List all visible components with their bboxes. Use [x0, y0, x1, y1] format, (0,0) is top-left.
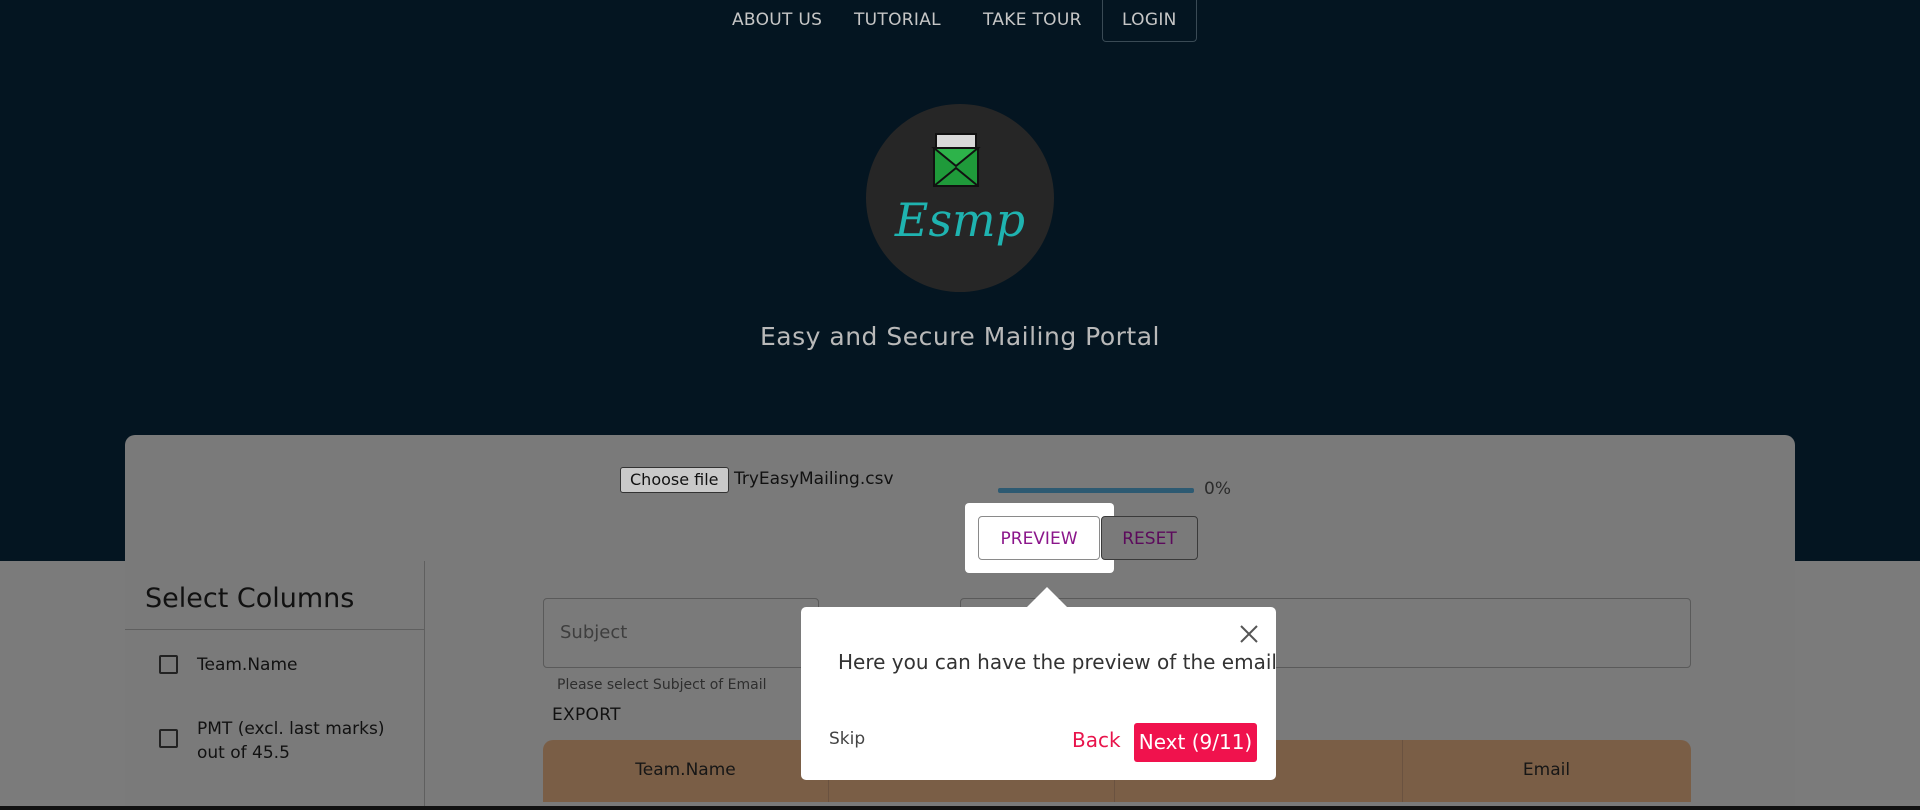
column-label: Team.Name	[197, 655, 298, 675]
subject-placeholder: Subject	[560, 622, 628, 643]
envelope-icon: @ Esmp	[894, 133, 1025, 247]
tour-back-button[interactable]: Back	[1072, 728, 1121, 752]
sidebar-title: Select Columns	[145, 583, 355, 614]
tagline: Easy and Secure Mailing Portal	[760, 322, 1160, 351]
preview-button[interactable]: PREVIEW	[978, 516, 1100, 560]
table-header-cell: Email	[1522, 760, 1571, 780]
column-checkbox[interactable]	[159, 655, 178, 674]
reset-button[interactable]: RESET	[1101, 516, 1198, 560]
table-header-cell: Team.Name	[635, 760, 736, 780]
close-icon[interactable]	[1237, 622, 1261, 646]
subject-input[interactable]: Subject	[543, 598, 819, 668]
upload-progress-label: 0%	[1204, 479, 1231, 499]
bottom-edge	[0, 806, 1920, 810]
column-checkbox[interactable]	[159, 729, 178, 748]
selected-file-name: TryEasyMailing.csv	[734, 469, 894, 489]
nav-about-us[interactable]: ABOUT US	[732, 8, 822, 32]
choose-file-button[interactable]: Choose file	[620, 467, 729, 493]
nav-login-button[interactable]: LOGIN	[1102, 0, 1197, 42]
column-label: PMT (excl. last marks) out of 45.5	[197, 719, 385, 763]
export-button[interactable]: EXPORT	[552, 705, 621, 725]
upload-progress-bar	[998, 488, 1194, 493]
sidebar-divider	[125, 629, 424, 630]
logo: @ Esmp	[866, 104, 1054, 292]
tour-next-button[interactable]: Next (9/11)	[1134, 723, 1257, 762]
tour-skip-button[interactable]: Skip	[829, 729, 865, 749]
subject-helper-text: Please select Subject of Email	[557, 677, 767, 693]
select-columns-sidebar: Select Columns Team.Name PMT (excl. last…	[125, 561, 425, 810]
top-nav: ABOUT US TUTORIAL TAKE TOUR LOGIN	[0, 0, 1920, 44]
tooltip-arrow	[1027, 587, 1067, 607]
nav-take-tour[interactable]: TAKE TOUR	[983, 8, 1082, 32]
logo-text: Esmp	[894, 193, 1025, 247]
nav-tutorial[interactable]: TUTORIAL	[854, 8, 941, 32]
tour-tooltip-text: Here you can have the preview of the ema…	[838, 650, 1277, 674]
